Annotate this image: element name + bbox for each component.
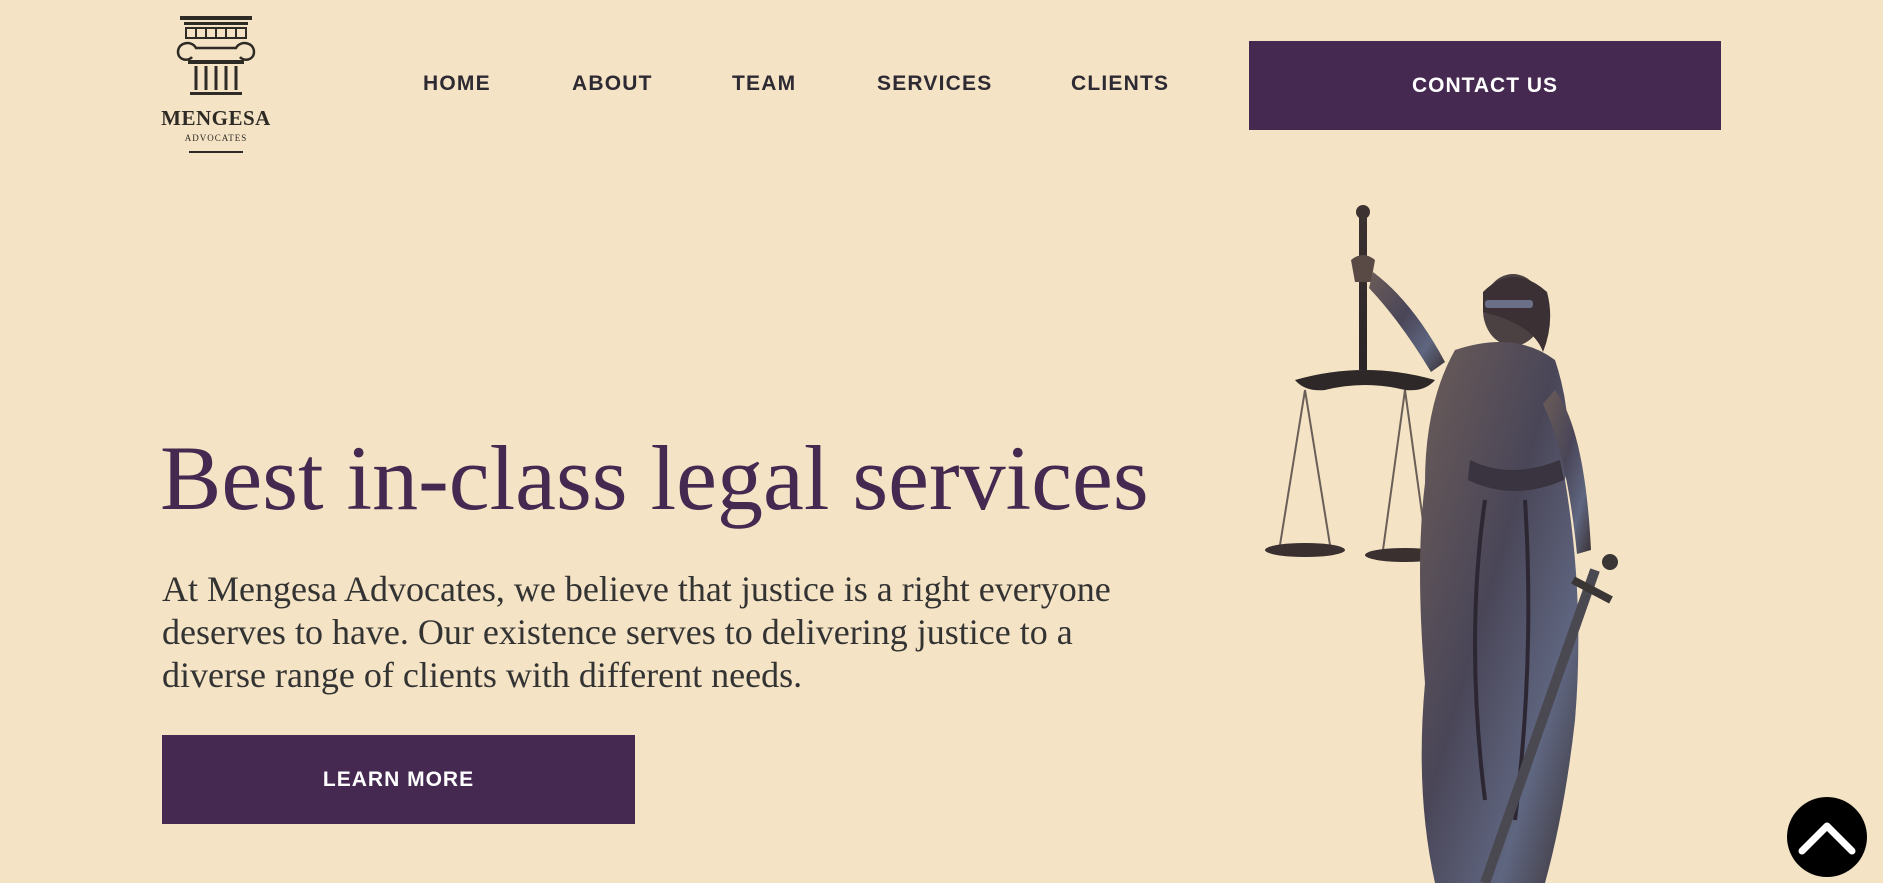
scroll-to-top-button[interactable] <box>1787 797 1867 877</box>
hero-description: At Mengesa Advocates, we believe that ju… <box>162 569 1111 695</box>
contact-us-button[interactable]: CONTACT US <box>1249 41 1721 130</box>
column-logo-icon <box>176 16 256 95</box>
brand-name: MENGESA <box>161 106 271 130</box>
brand-tagline: ADVOCATES <box>184 133 248 143</box>
learn-more-button[interactable]: LEARN MORE <box>162 735 635 824</box>
nav-item-team[interactable]: TEAM <box>732 72 796 96</box>
logo-divider <box>189 151 243 153</box>
hero-title: Best in-class legal services <box>160 427 1149 529</box>
chevron-up-icon <box>1798 822 1856 855</box>
lady-justice-statue-image <box>1265 205 1618 883</box>
nav-item-home[interactable]: HOME <box>423 72 491 96</box>
nav-item-services[interactable]: SERVICES <box>877 72 992 96</box>
nav-item-clients[interactable]: CLIENTS <box>1071 72 1169 96</box>
brand-logo[interactable]: MENGESA ADVOCATES <box>160 14 272 156</box>
nav-item-about[interactable]: ABOUT <box>572 72 653 96</box>
landing-page: MENGESA ADVOCATES HOME ABOUT TEAM SERVIC… <box>0 0 1883 883</box>
